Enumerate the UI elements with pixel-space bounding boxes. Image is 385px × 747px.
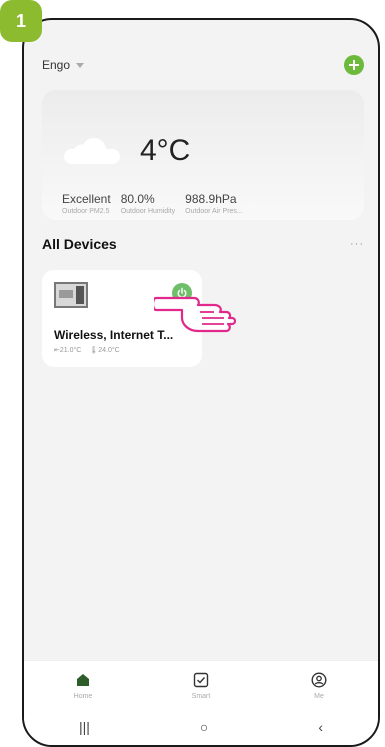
current-temperature: 🌡24.0°C — [89, 347, 120, 354]
pointing-hand-icon — [154, 296, 237, 333]
stat-value: 988.9hPa — [185, 192, 237, 206]
stat-label: Outdoor Air Pres... — [185, 208, 243, 215]
profile-icon — [311, 671, 327, 688]
cloud-icon — [64, 138, 122, 164]
section-title: All Devices — [42, 236, 117, 252]
nav-smart[interactable]: Smart — [171, 671, 231, 700]
back-button[interactable]: ‹ — [318, 719, 323, 735]
nav-home[interactable]: Home — [53, 671, 113, 700]
stat-value: 80.0% — [120, 192, 155, 206]
device-readings: ⇤21.0°C 🌡24.0°C — [54, 346, 120, 354]
nav-label: Smart — [191, 692, 211, 700]
caret-down-icon — [76, 62, 85, 68]
nav-label: Home — [73, 692, 93, 700]
recents-button[interactable]: ||| — [79, 719, 90, 735]
devices-section-header: All Devices ··· — [42, 234, 364, 254]
weather-stats: Excellent Outdoor PM2.5 80.0% Outdoor Hu… — [62, 192, 350, 216]
nav-label: Me — [314, 692, 324, 700]
top-bar: Engo — [42, 54, 364, 76]
stat-humidity: 80.0% Outdoor Humidity — [120, 192, 176, 216]
phone-frame: Engo 4°C Excellent Outdoor PM2.5 80.0% O… — [22, 18, 380, 747]
home-name: Engo — [42, 58, 71, 72]
system-navigation-bar: ||| ○ ‹ — [24, 709, 378, 745]
step-number-badge: 1 — [0, 0, 42, 42]
thermostat-image — [54, 282, 88, 308]
stat-label: Outdoor PM2.5 — [62, 208, 110, 215]
checkbox-icon — [193, 672, 209, 687]
stat-pressure: 988.9hPa Outdoor Air Pres... — [185, 192, 243, 216]
stat-pm25: Excellent Outdoor PM2.5 — [62, 192, 111, 216]
stat-value: Excellent — [62, 192, 111, 206]
system-home-button[interactable]: ○ — [200, 719, 208, 735]
more-icon[interactable]: ··· — [350, 238, 364, 250]
add-device-button[interactable] — [344, 55, 364, 75]
current-temperature-value: 24.0°C — [98, 347, 120, 354]
set-temperature: ⇤21.0°C — [54, 347, 82, 354]
home-selector[interactable]: Engo — [42, 58, 85, 72]
home-icon — [77, 673, 89, 686]
weather-card[interactable]: 4°C Excellent Outdoor PM2.5 80.0% Outdoo… — [42, 90, 364, 220]
bottom-navigation: Home Smart Me — [24, 660, 378, 709]
outdoor-temperature: 4°C — [140, 134, 191, 167]
stat-label: Outdoor Humidity — [120, 208, 176, 215]
nav-me[interactable]: Me — [289, 671, 349, 700]
set-temperature-value: 21.0°C — [59, 347, 82, 354]
